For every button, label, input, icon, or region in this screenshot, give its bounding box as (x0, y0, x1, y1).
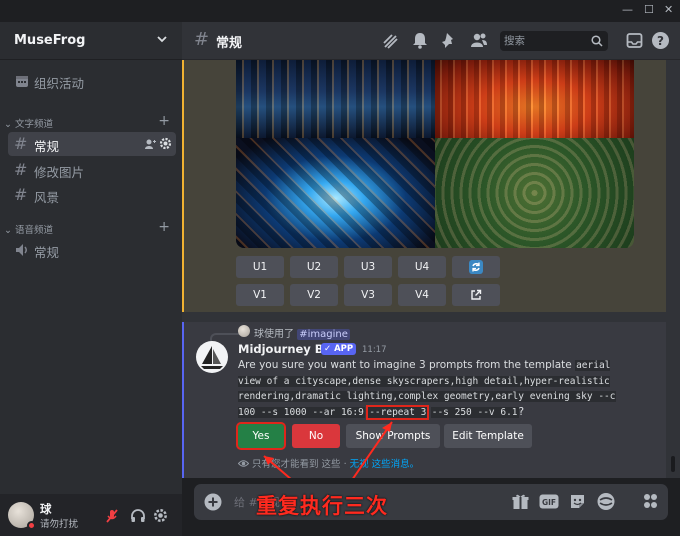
add-attachment-icon[interactable] (204, 493, 222, 511)
chevron-down-icon (157, 36, 167, 43)
speaker-icon (16, 244, 27, 256)
sticker-icon[interactable] (569, 493, 586, 510)
server-header[interactable]: MuseFrog (0, 22, 182, 60)
calendar-icon (16, 76, 28, 87)
gear-icon[interactable] (159, 137, 172, 150)
minimize-button[interactable]: — (622, 3, 633, 16)
svg-text:GIF: GIF (542, 498, 556, 507)
category-label: 文字频道 (15, 119, 54, 130)
scroll-up-arrow[interactable] (671, 62, 675, 66)
headphones-icon[interactable] (130, 508, 146, 524)
scroll-thumb[interactable] (671, 456, 675, 472)
gif-icon[interactable]: GIF (539, 493, 559, 510)
text-channels-category[interactable]: ⌄ 文字频道 (4, 116, 53, 130)
sidebar-item-label: 风景 (34, 190, 60, 205)
hashtag-icon: # (14, 160, 28, 179)
user-status: 请勿打扰 (40, 519, 79, 530)
inbox-icon[interactable] (626, 32, 643, 49)
svg-text:?: ? (657, 34, 664, 48)
message-list: U1 U2 U3 U4 V1 V2 V3 V4 球使用了 #imagine Mi… (182, 60, 680, 478)
dnd-status-icon (27, 521, 36, 530)
apps-icon[interactable] (596, 492, 616, 511)
server-name: MuseFrog (14, 33, 86, 48)
hashtag-icon: # (14, 134, 28, 153)
annotation-arrows (263, 421, 393, 478)
chevron-down-icon: ⌄ (4, 225, 12, 236)
sidebar-item-events[interactable]: 组织活动 (8, 69, 176, 93)
sidebar-item-label: 常规 (34, 245, 60, 260)
emoji-icon[interactable] (642, 493, 659, 510)
sidebar-item-channel-scenery[interactable]: # 风景 (8, 183, 176, 207)
channel-sidebar: MuseFrog 组织活动 ⌄ 文字频道 + # 常规 # 修改图片 # 风景 … (0, 22, 182, 494)
category-label: 语音频道 (15, 225, 54, 236)
sidebar-item-channel-edit-images[interactable]: # 修改图片 (8, 158, 176, 182)
user-name: 球 (40, 502, 52, 516)
scrollbar[interactable] (670, 60, 676, 478)
add-member-icon[interactable] (144, 138, 156, 150)
pin-icon[interactable] (441, 32, 457, 49)
sidebar-item-label: 组织活动 (34, 76, 85, 91)
add-channel-icon[interactable]: + (158, 219, 170, 235)
discord-window: — ☐ ✕ MuseFrog 组织活动 ⌄ 文字频道 + # 常规 # 修改图片 (0, 0, 680, 536)
gift-icon[interactable] (512, 493, 529, 510)
channel-header: # 常规 ? (182, 22, 680, 60)
search-input[interactable] (504, 33, 584, 49)
search-icon (591, 35, 603, 47)
user-panel: 球 请勿打扰 (0, 494, 182, 536)
chevron-down-icon: ⌄ (4, 119, 12, 130)
threads-icon[interactable] (382, 33, 399, 50)
add-channel-icon[interactable]: + (158, 113, 170, 129)
bell-icon[interactable] (412, 32, 428, 49)
member-list-icon[interactable] (470, 32, 488, 49)
search-box[interactable] (500, 31, 608, 51)
voice-channels-category[interactable]: ⌄ 语音频道 (4, 222, 53, 236)
help-icon[interactable]: ? (651, 31, 670, 50)
sidebar-item-voice-general[interactable]: 常规 (8, 238, 176, 262)
hashtag-icon: # (194, 29, 210, 50)
hashtag-icon: # (14, 185, 28, 204)
channel-title: 常规 (216, 36, 243, 51)
annotation-caption: 重复执行三次 (256, 494, 388, 518)
title-bar: — ☐ ✕ (0, 0, 680, 22)
muted-mic-icon[interactable] (104, 508, 120, 524)
sidebar-item-label: 常规 (34, 139, 60, 154)
sidebar-item-channel-general[interactable]: # 常规 (8, 132, 176, 156)
sidebar-item-label: 修改图片 (34, 165, 85, 180)
gear-icon[interactable] (153, 508, 168, 523)
maximize-button[interactable]: ☐ (644, 3, 654, 16)
close-button[interactable]: ✕ (664, 3, 673, 16)
